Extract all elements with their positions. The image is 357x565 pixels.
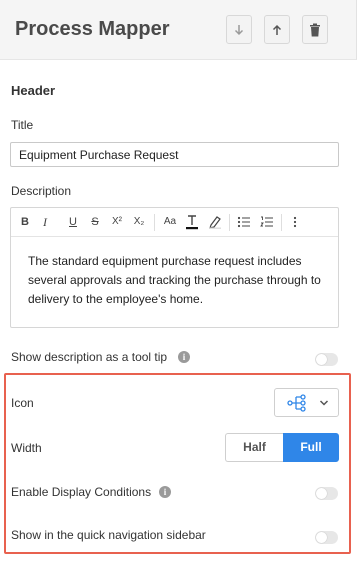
numbered-list-icon <box>260 216 273 227</box>
delete-button[interactable] <box>302 15 328 44</box>
text-color-button[interactable] <box>184 214 200 230</box>
toolbar-divider <box>154 214 155 231</box>
info-icon[interactable]: i <box>178 351 190 363</box>
width-full-button[interactable]: Full <box>283 433 339 462</box>
more-vertical-icon <box>293 216 297 228</box>
icon-label: Icon <box>11 396 34 410</box>
panel-title: Process Mapper <box>15 18 170 40</box>
quick-nav-toggle[interactable] <box>315 531 338 544</box>
title-label: Title <box>11 118 34 132</box>
bullet-list-button[interactable] <box>236 214 252 230</box>
highlight-button[interactable] <box>207 214 223 230</box>
more-options-button[interactable] <box>287 214 303 230</box>
bold-button[interactable]: B <box>17 214 33 230</box>
section-title: Header <box>11 83 56 98</box>
description-editor[interactable]: B I U S X² X₂ Aa The standard equipment … <box>10 207 339 328</box>
description-text[interactable]: The standard equipment purchase request … <box>11 237 338 309</box>
bullet-list-icon <box>237 216 250 228</box>
arrow-up-icon <box>272 24 282 35</box>
title-input[interactable] <box>10 142 339 167</box>
flow-icon <box>287 394 306 412</box>
font-size-button[interactable]: Aa <box>162 214 178 230</box>
description-label: Description <box>11 184 72 198</box>
superscript-button[interactable]: X² <box>109 214 125 230</box>
display-conditions-label: Enable Display Conditions <box>11 485 152 499</box>
arrow-down-icon <box>234 24 244 35</box>
move-down-button[interactable] <box>226 15 252 44</box>
display-conditions-toggle[interactable] <box>315 487 338 500</box>
text-color-icon <box>186 215 198 230</box>
underline-button[interactable]: U <box>65 214 81 230</box>
toolbar-divider <box>229 214 230 231</box>
panel-header: Process Mapper <box>0 0 357 60</box>
show-tooltip-label: Show description as a tool tip <box>11 350 168 364</box>
info-icon[interactable]: i <box>159 486 171 498</box>
quick-nav-label: Show in the quick navigation sidebar <box>11 528 206 542</box>
chevron-down-icon <box>319 400 329 406</box>
show-tooltip-toggle[interactable] <box>315 353 338 366</box>
italic-button[interactable]: I <box>37 214 53 230</box>
toolbar-divider <box>281 214 282 231</box>
editor-toolbar: B I U S X² X₂ Aa <box>11 208 338 237</box>
icon-dropdown[interactable] <box>274 388 339 417</box>
move-up-button[interactable] <box>264 15 290 44</box>
width-half-button[interactable]: Half <box>225 433 283 462</box>
highlighter-icon <box>209 216 221 229</box>
numbered-list-button[interactable] <box>259 214 275 230</box>
strikethrough-button[interactable]: S <box>87 214 103 230</box>
subscript-button[interactable]: X₂ <box>131 214 147 230</box>
width-label: Width <box>11 441 42 455</box>
trash-icon <box>310 23 320 36</box>
